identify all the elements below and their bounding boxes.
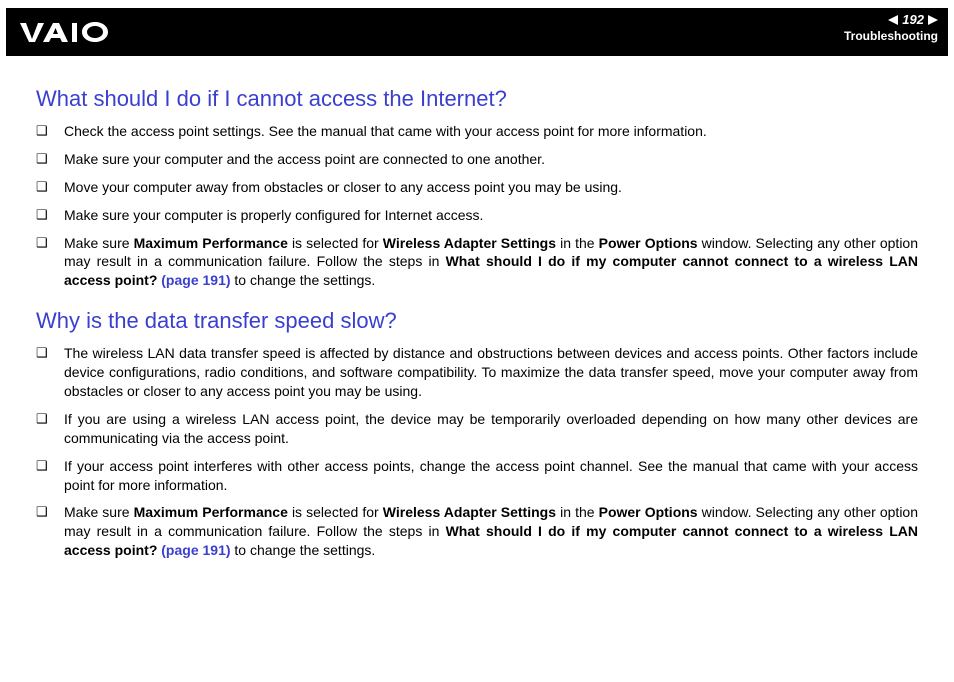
section-label: Troubleshooting bbox=[844, 29, 938, 43]
list-item: If you are using a wireless LAN access p… bbox=[36, 410, 918, 448]
bullet-list-1: Check the access point settings. See the… bbox=[36, 122, 918, 290]
page-header: 192 Troubleshooting bbox=[6, 8, 948, 56]
heading-internet-access: What should I do if I cannot access the … bbox=[36, 86, 918, 112]
vaio-logo-icon bbox=[20, 21, 112, 43]
page-link[interactable]: (page 191) bbox=[161, 272, 230, 288]
list-item: Check the access point settings. See the… bbox=[36, 122, 918, 141]
list-item: Move your computer away from obstacles o… bbox=[36, 178, 918, 197]
header-right: 192 Troubleshooting bbox=[844, 12, 938, 43]
page-number: 192 bbox=[902, 12, 924, 27]
page-content: What should I do if I cannot access the … bbox=[0, 56, 954, 560]
list-item: Make sure Maximum Performance is selecte… bbox=[36, 503, 918, 560]
list-item: Make sure Maximum Performance is selecte… bbox=[36, 234, 918, 291]
prev-page-arrow-icon[interactable] bbox=[888, 15, 898, 25]
page-navigation: 192 bbox=[888, 12, 938, 27]
bullet-list-2: The wireless LAN data transfer speed is … bbox=[36, 344, 918, 560]
list-item: The wireless LAN data transfer speed is … bbox=[36, 344, 918, 401]
list-item: Make sure your computer and the access p… bbox=[36, 150, 918, 169]
list-item: Make sure your computer is properly conf… bbox=[36, 206, 918, 225]
list-item: If your access point interferes with oth… bbox=[36, 457, 918, 495]
page-link[interactable]: (page 191) bbox=[161, 542, 230, 558]
next-page-arrow-icon[interactable] bbox=[928, 15, 938, 25]
heading-transfer-speed: Why is the data transfer speed slow? bbox=[36, 308, 918, 334]
